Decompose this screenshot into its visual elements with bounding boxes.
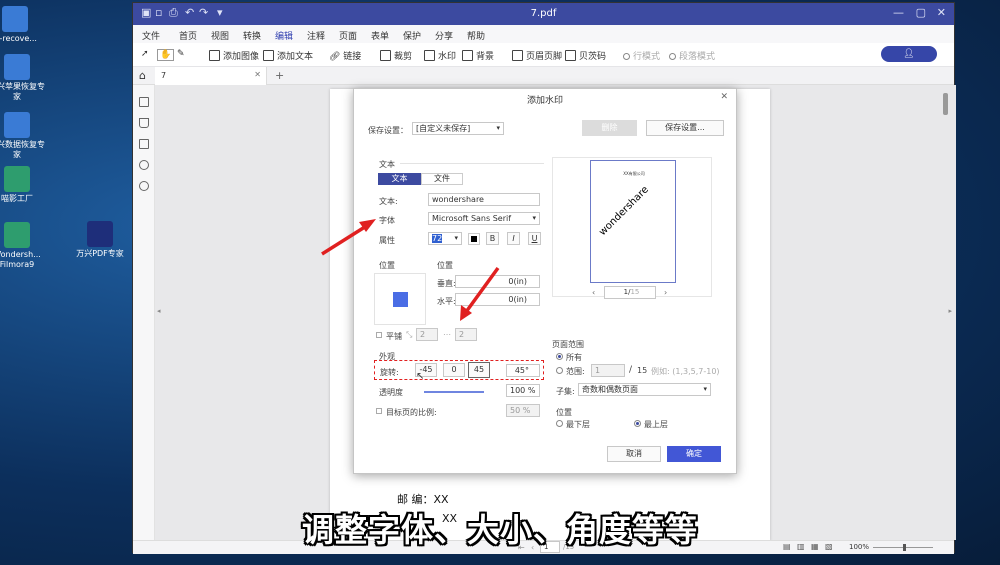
annotation-arrow-font [321, 223, 369, 256]
video-subtitle: 调整字体、大小、角度等等 [301, 511, 698, 549]
annotation-arrows [321, 219, 500, 321]
annotation-arrow-tile [464, 266, 500, 314]
